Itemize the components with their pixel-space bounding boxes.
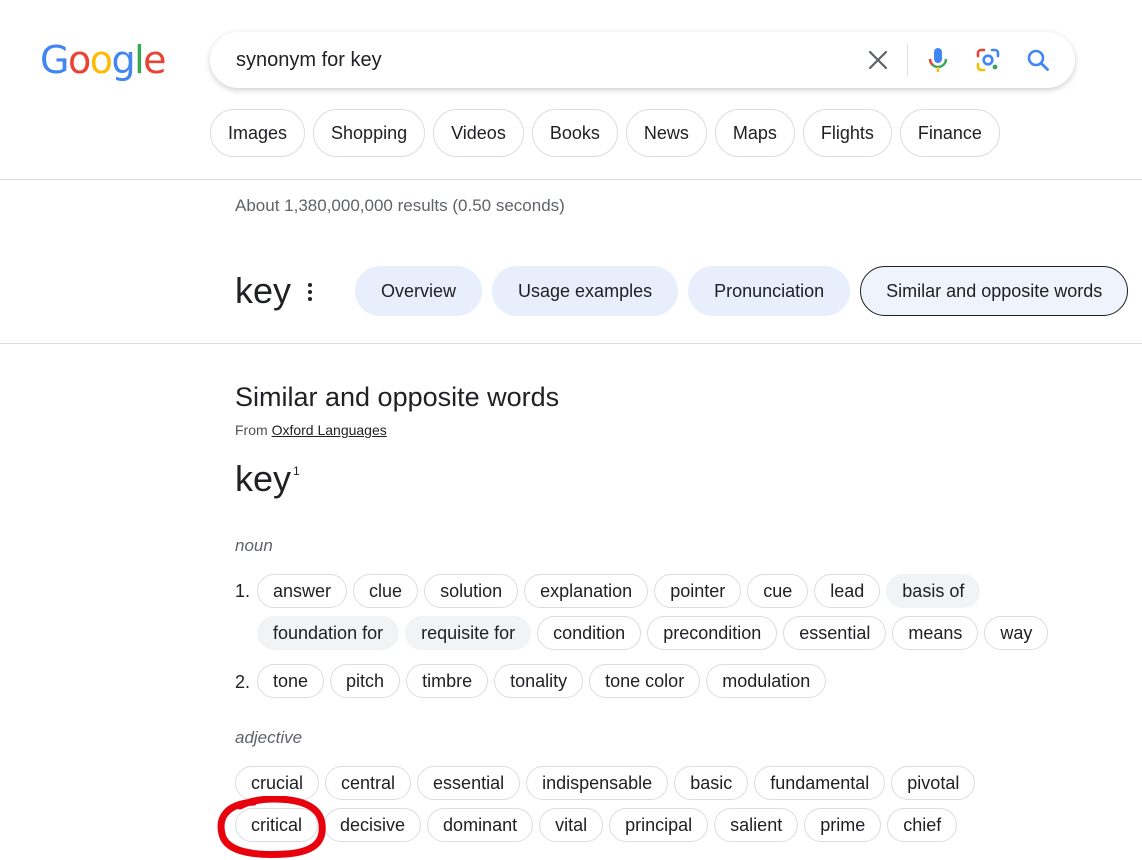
synonym-chip[interactable]: requisite for [405, 616, 532, 650]
headword-text: key [235, 458, 292, 499]
logo-letter: G [40, 38, 69, 82]
synonym-row: crucial central essential indispensable basi… [235, 766, 976, 800]
google-logo[interactable]: Google [40, 38, 167, 82]
search-input[interactable] [236, 32, 836, 88]
logo-letter: o [89, 38, 113, 82]
synonym-row: foundation for requisite for condition prec… [257, 616, 1049, 650]
synonym-chip[interactable]: answer [257, 574, 348, 608]
mic-icon[interactable] [924, 46, 952, 74]
synonym-chip[interactable]: crucial [235, 766, 320, 800]
source-line: From Oxford Languages [235, 422, 387, 438]
filter-chip-finance[interactable]: Finance [899, 109, 1000, 157]
synonym-chip[interactable]: basis of [886, 574, 981, 608]
more-options-icon[interactable] [302, 281, 318, 303]
headword-superscript: 1 [293, 464, 300, 478]
synonym-chip[interactable]: dominant [427, 808, 534, 842]
filter-chip-videos[interactable]: Videos [433, 109, 524, 157]
search-divider [907, 44, 908, 76]
tab-overview[interactable]: Overview [355, 266, 483, 316]
source-prefix: From [235, 422, 268, 438]
search-filters: Images Shopping Videos Books News Maps Flights… [210, 109, 1000, 159]
synonym-chip[interactable]: tonality [494, 664, 584, 698]
synonym-chip[interactable]: means [892, 616, 979, 650]
source-link[interactable]: Oxford Languages [272, 422, 387, 438]
filter-chip-news[interactable]: News [625, 109, 707, 157]
tab-usage-examples[interactable]: Usage examples [492, 266, 679, 316]
synonym-chip[interactable]: pivotal [891, 766, 976, 800]
synonym-row: answer clue solution explanation pointer cue l… [257, 574, 981, 608]
synonym-chip[interactable]: fundamental [754, 766, 886, 800]
dictionary-tabs: Overview Usage examples Pronunciation Simil… [355, 266, 1129, 316]
synonym-chip[interactable]: clue [353, 574, 419, 608]
synonym-chip[interactable]: essential [417, 766, 521, 800]
synonym-chip[interactable]: lead [814, 574, 881, 608]
filter-chip-images[interactable]: Images [210, 109, 306, 157]
synonym-chip[interactable]: basic [674, 766, 749, 800]
synonym-chip[interactable]: foundation for [257, 616, 400, 650]
synonym-chip[interactable]: explanation [524, 574, 649, 608]
synonym-chip[interactable]: decisive [324, 808, 422, 842]
synonym-chip[interactable]: tone [257, 664, 325, 698]
lens-icon[interactable] [974, 46, 1002, 74]
synonym-chip[interactable]: critical [235, 808, 319, 842]
filter-chip-flights[interactable]: Flights [802, 109, 892, 157]
synonym-chip[interactable]: principal [609, 808, 709, 842]
synonym-chip[interactable]: chief [887, 808, 958, 842]
filter-chip-books[interactable]: Books [531, 109, 618, 157]
synonym-chip[interactable]: solution [424, 574, 519, 608]
pos-adjective: adjective [235, 728, 303, 747]
synonym-chip[interactable]: cue [747, 574, 809, 608]
term-title: key [235, 270, 292, 311]
sense-number: 1. [235, 581, 251, 601]
search-box[interactable] [210, 32, 1075, 88]
synonym-chip[interactable]: pitch [330, 664, 401, 698]
pos-noun: noun [235, 536, 273, 555]
tab-pronunciation[interactable]: Pronunciation [688, 266, 851, 316]
synonym-chip[interactable]: condition [537, 616, 642, 650]
synonym-chip[interactable]: central [325, 766, 412, 800]
clear-icon[interactable] [864, 46, 892, 74]
synonym-chip[interactable]: salient [714, 808, 799, 842]
logo-letter: g [111, 38, 135, 82]
synonym-row: tone pitch timbre tonality tone color modulat… [257, 664, 827, 698]
logo-letter: o [67, 38, 91, 82]
synonym-chip[interactable]: modulation [706, 664, 827, 698]
tab-similar-and-opposite-words[interactable]: Similar and opposite words [860, 266, 1129, 316]
sense-number: 2. [235, 672, 251, 692]
logo-letter: e [143, 38, 166, 82]
logo-letter: l [134, 38, 145, 82]
synonym-chip[interactable]: tone color [589, 664, 701, 698]
tabs-divider [0, 343, 1142, 344]
synonym-chip[interactable]: prime [804, 808, 882, 842]
search-icon[interactable] [1024, 46, 1052, 74]
synonym-chip[interactable]: way [984, 616, 1049, 650]
synonym-chip[interactable]: indispensable [526, 766, 669, 800]
synonym-chip[interactable]: vital [539, 808, 604, 842]
filter-chip-maps[interactable]: Maps [714, 109, 795, 157]
headword: key 1 [235, 456, 300, 510]
result-stats: About 1,380,000,000 results (0.50 second… [235, 196, 565, 215]
synonym-chip[interactable]: pointer [654, 574, 742, 608]
synonym-row: critical decisive dominant vital principal sa… [235, 808, 958, 842]
filter-chip-shopping[interactable]: Shopping [313, 109, 426, 157]
header-divider [0, 179, 1142, 180]
synonym-chip[interactable]: essential [783, 616, 887, 650]
synonym-chip[interactable]: timbre [406, 664, 489, 698]
section-title: Similar and opposite words [235, 382, 560, 412]
synonym-chip[interactable]: precondition [647, 616, 778, 650]
